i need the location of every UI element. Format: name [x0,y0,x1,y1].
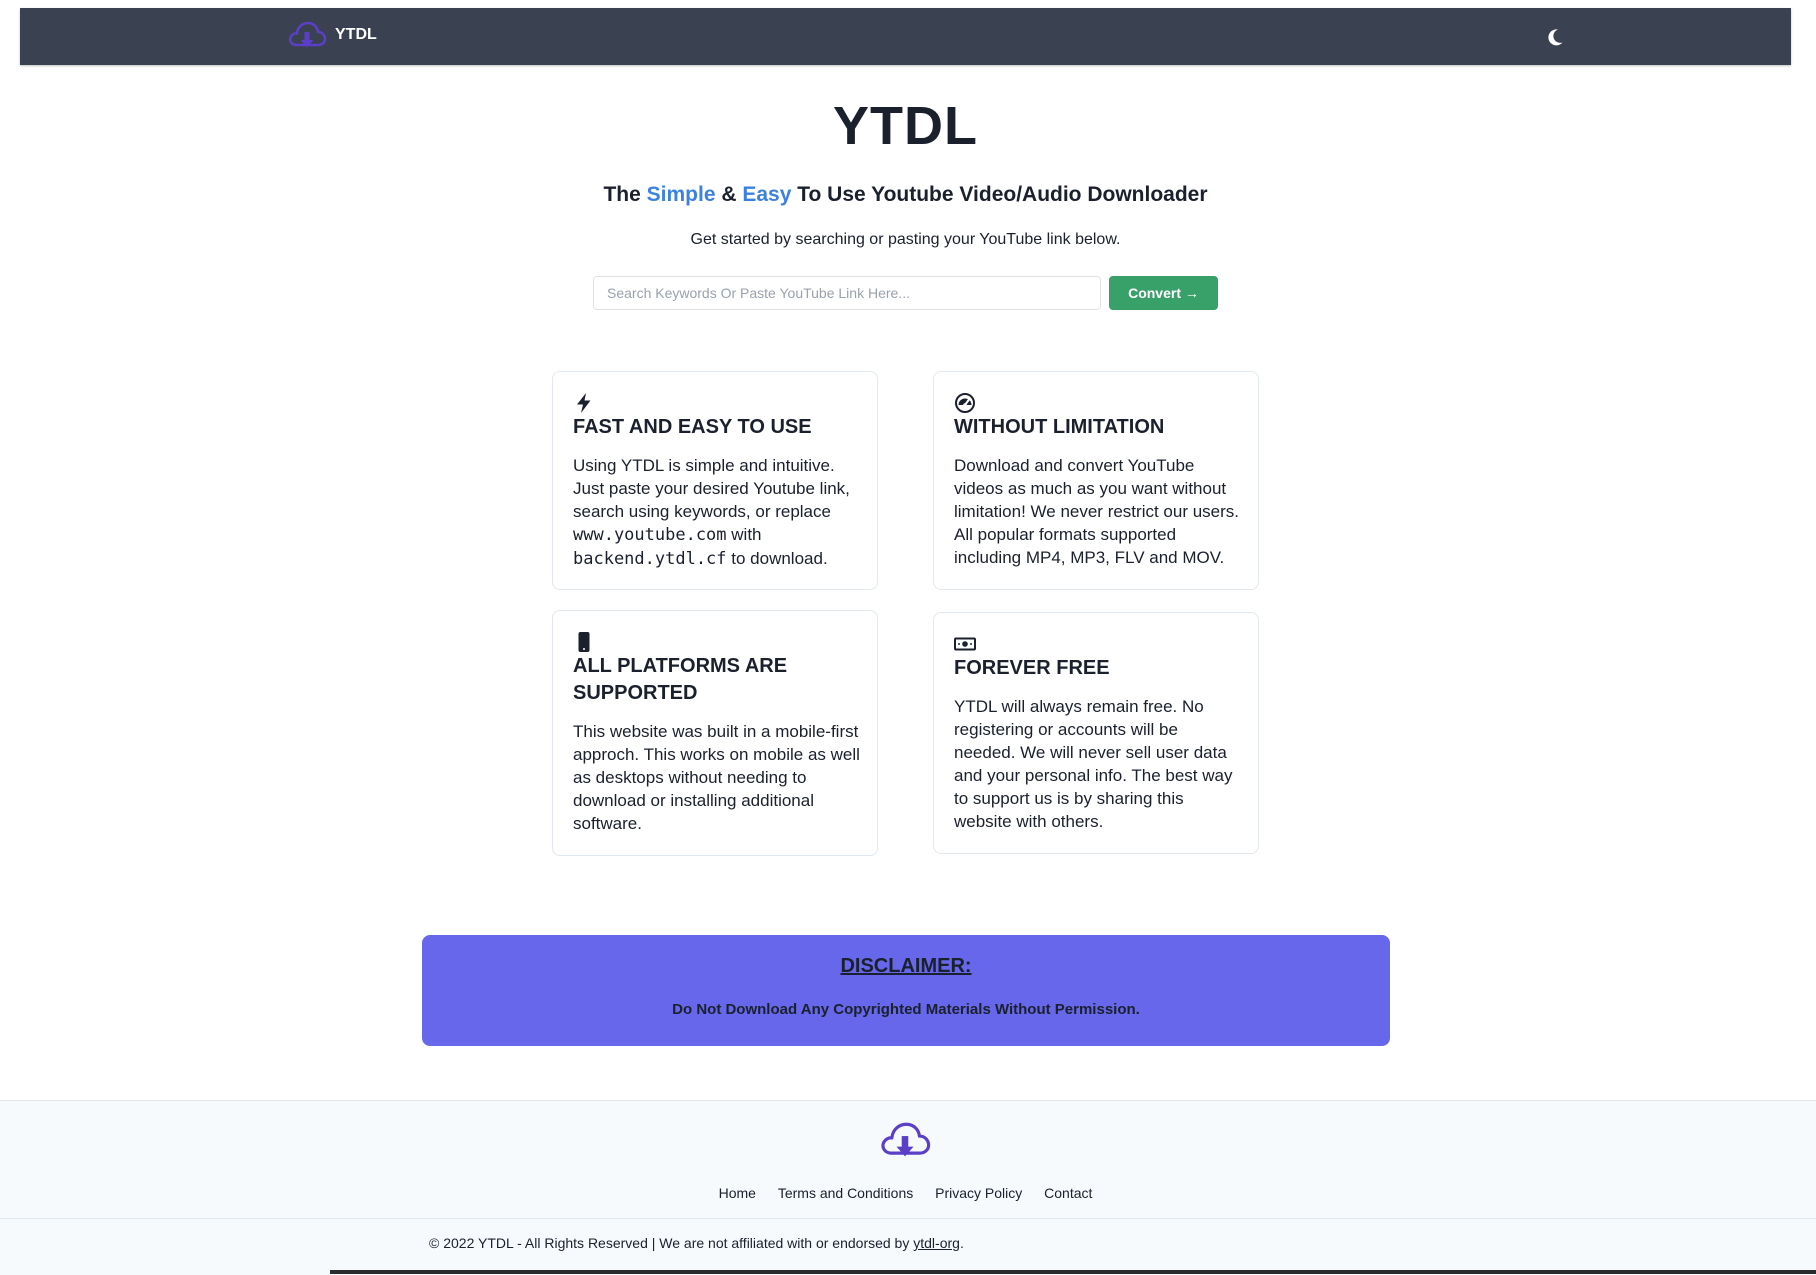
subtitle-simple: Simple [646,183,716,206]
convert-button[interactable]: Convert → [1109,276,1218,310]
feature-text: Using YTDL is simple and intuitive. Just… [573,454,863,571]
mobile-phone-icon [578,632,590,652]
code-snippet: www.youtube.com [573,525,727,545]
feature-title: FOREVER FREE [954,657,1110,679]
feature-text: This website was built in a mobile-first… [573,722,860,833]
copyright-suffix: . [959,1235,964,1251]
cloud-download-logo-icon[interactable] [877,1119,933,1161]
window-bottom-edge [330,1270,1816,1274]
copyright-text: © 2022 YTDL - All Rights Reserved | We a… [429,1235,914,1251]
feature-text-part: to download. [731,549,828,568]
subtitle-amp: & [715,183,743,206]
navbar: YTDL [20,8,1791,65]
subtitle-prefix: The [603,183,647,206]
page-title: YTDL [833,96,978,156]
feature-text: Download and convert YouTube videos as m… [954,456,1239,567]
ytdl-org-link[interactable]: ytdl-org [913,1235,960,1251]
subtitle-suffix: To Use Youtube Video/Audio Downloader [791,183,1208,206]
footer: Home Terms and Conditions Privacy Policy… [0,1100,1816,1275]
hero-description: Get started by searching or pasting your… [690,231,1121,248]
speedometer-icon [955,393,975,413]
code-snippet: backend.ytdl.cf [573,549,727,569]
disclaimer-text: Do Not Download Any Copyrighted Material… [672,1001,1140,1018]
feature-text: YTDL will always remain free. No registe… [954,697,1233,831]
feature-text-part: with [731,525,762,544]
moon-icon [1548,29,1563,46]
subtitle-easy: Easy [742,183,792,206]
feature-card-platforms: ALL PLATFORMS ARE SUPPORTED This website … [552,610,878,856]
feature-card-free: FOREVER FREE YTDL will always remain fre… [933,612,1259,854]
copyright: © 2022 YTDL - All Rights Reserved | We a… [429,1235,964,1251]
feature-title: WITHOUT LIMITATION [954,416,1165,438]
feature-title-line: ALL PLATFORMS ARE [573,655,788,677]
money-bill-icon [954,637,976,651]
footer-link-terms[interactable]: Terms and Conditions [778,1185,913,1201]
footer-links: Home Terms and Conditions Privacy Policy… [0,1185,1811,1201]
feature-card-unlimited: WITHOUT LIMITATION Download and convert … [933,371,1259,590]
feature-text-part: Using YTDL is simple and intuitive. Just… [573,456,850,521]
feature-title: ALL PLATFORMS ARE SUPPORTED [573,653,863,707]
nav-brand[interactable]: YTDL [287,19,377,51]
hero-subtitle: The Simple & Easy To Use Youtube Video/A… [0,183,1811,207]
search-input[interactable] [593,276,1101,310]
footer-link-home[interactable]: Home [719,1185,756,1201]
lightning-icon [577,393,591,413]
feature-title: FAST AND EASY TO USE [573,416,812,438]
nav-title: YTDL [335,26,377,43]
feature-card-fast: FAST AND EASY TO USE Using YTDL is simpl… [552,371,878,590]
footer-divider [0,1218,1816,1219]
cloud-download-logo-icon [288,21,327,48]
feature-title-line: SUPPORTED [573,682,698,704]
footer-link-contact[interactable]: Contact [1044,1185,1092,1201]
disclaimer-title: DISCLAIMER: [840,955,972,977]
footer-link-privacy[interactable]: Privacy Policy [935,1185,1022,1201]
disclaimer-banner: DISCLAIMER: Do Not Download Any Copyrigh… [422,935,1390,1046]
theme-toggle-button[interactable] [1541,23,1569,51]
